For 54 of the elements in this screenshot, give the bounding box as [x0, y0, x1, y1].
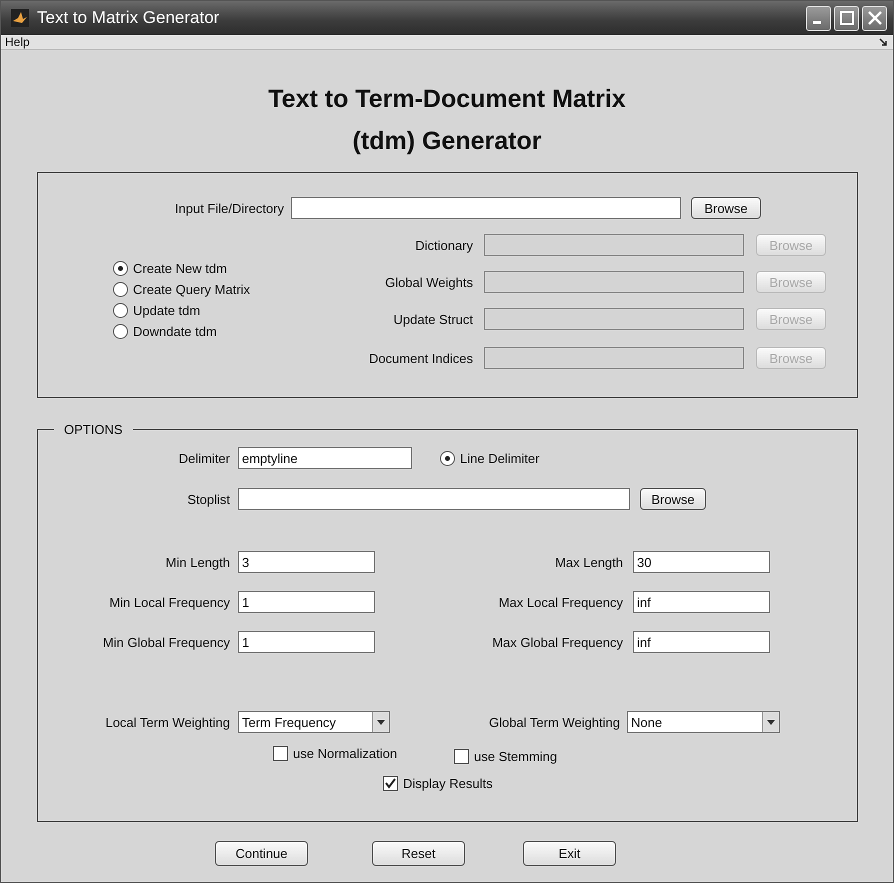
dropdown[interactable]: None [627, 711, 780, 733]
input-field[interactable]: emptyline [238, 447, 412, 469]
caret-icon [372, 712, 389, 732]
field-label: Max Global Frequency [491, 634, 623, 650]
checkbox[interactable]: use Normalization [273, 746, 398, 761]
input-field[interactable]: 1 [238, 591, 375, 613]
panel-title: OPTIONS [63, 422, 124, 437]
dock-arrow-icon[interactable] [879, 38, 887, 46]
input-field[interactable]: 3 [238, 551, 375, 573]
dialog-button[interactable]: Exit [523, 841, 616, 866]
field-label: Dictionary [414, 238, 473, 252]
close-button[interactable] [862, 6, 887, 30]
dialog-button[interactable]: Continue [215, 841, 308, 866]
app-icon [11, 9, 29, 27]
dropdown[interactable]: Term Frequency [238, 711, 390, 733]
checkbox[interactable]: use Stemming [454, 749, 558, 764]
window-title: Text to Matrix Generator [37, 8, 220, 28]
close-icon [868, 11, 882, 25]
field-label: Input File/Directory [174, 200, 284, 216]
field-label: Local Term Weighting [104, 714, 230, 730]
input-field[interactable] [238, 488, 630, 510]
radio-button[interactable]: Downdate tdm [113, 324, 293, 338]
heading: (tdm) Generator [352, 126, 542, 157]
checkbox[interactable]: Display Results [383, 776, 493, 791]
radio-button[interactable]: Line Delimiter [440, 450, 540, 466]
radio-button[interactable]: Create Query Matrix [113, 282, 293, 296]
caret-icon [762, 712, 779, 732]
menu-item[interactable]: Help [5, 35, 30, 49]
field-label: Delimiter [178, 450, 230, 466]
radio-button[interactable]: Create New tdm [113, 260, 293, 276]
field-label: Max Length [554, 554, 623, 570]
browse-button[interactable]: Browse [691, 197, 761, 219]
field-label: Global Term Weighting [488, 714, 620, 730]
radio-button[interactable]: Update tdm [113, 302, 293, 318]
field-label: Stoplist [186, 492, 230, 506]
input-field[interactable]: inf [633, 591, 770, 613]
minimize-button[interactable] [806, 6, 831, 30]
minimize-icon [812, 21, 820, 24]
field-label: Update Struct [392, 312, 473, 326]
input-field[interactable]: inf [633, 631, 770, 653]
field-label: Min Local Frequency [108, 594, 230, 610]
field-label: Document Indices [368, 350, 473, 366]
maximize-icon [840, 11, 854, 25]
input-field[interactable]: 30 [633, 551, 770, 573]
input-field[interactable] [291, 197, 681, 219]
maximize-button[interactable] [834, 6, 859, 30]
browse-button[interactable]: Browse [640, 488, 706, 510]
heading: Text to Term-Document Matrix [268, 84, 626, 115]
field-label: Min Global Frequency [102, 634, 230, 650]
field-label: Global Weights [384, 274, 473, 290]
input-field[interactable]: 1 [238, 631, 375, 653]
field-label: Max Local Frequency [498, 594, 623, 610]
dialog-button[interactable]: Reset [372, 841, 465, 866]
field-label: Min Length [164, 554, 230, 570]
